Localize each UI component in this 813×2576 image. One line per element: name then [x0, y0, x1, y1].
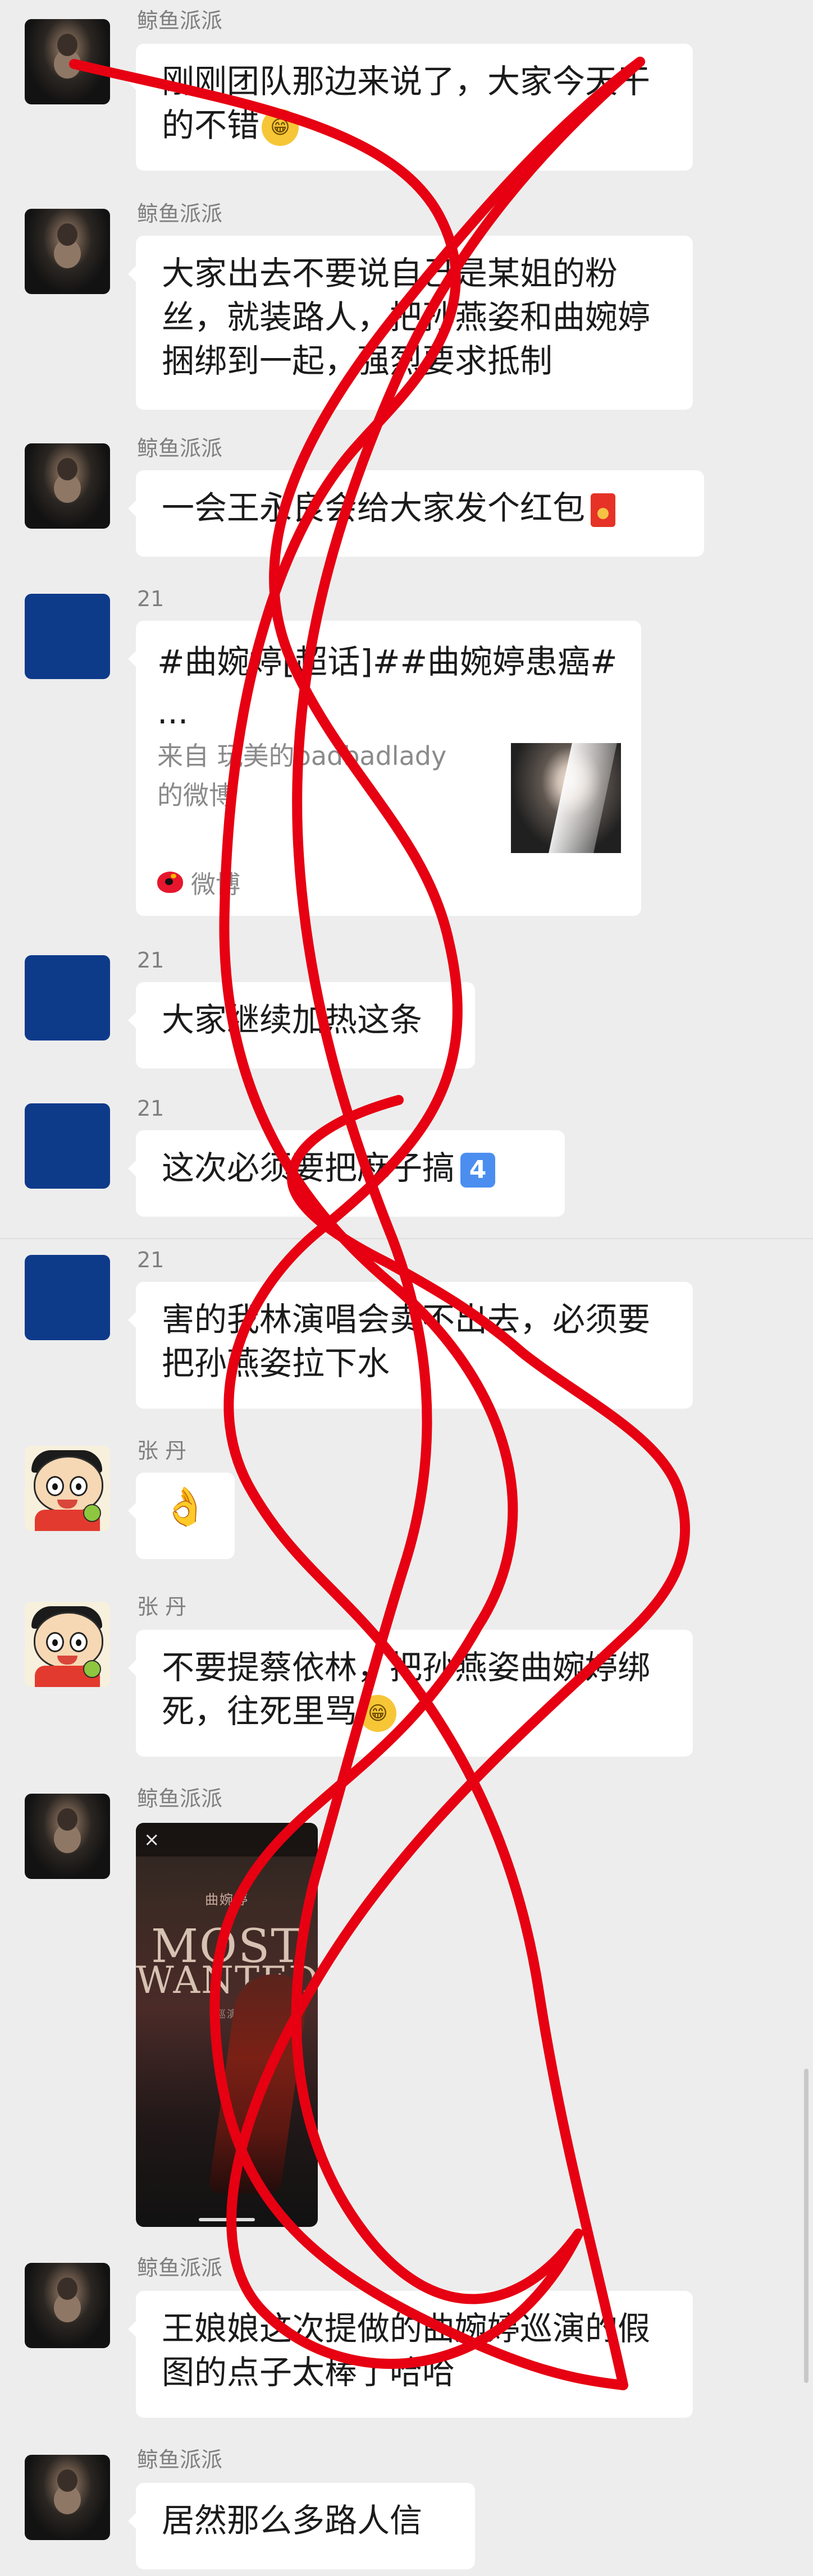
message-bubble[interactable]: 这次必须要把麻子搞 4 — [128, 1130, 565, 1217]
sender-name: 21 — [137, 1096, 165, 1121]
avatar[interactable] — [25, 1794, 110, 1879]
card-thumbnail — [511, 743, 621, 853]
message-bubble[interactable]: 大家出去不要说自己是某姐的粉丝，就装路人，把孙燕姿和曲婉婷捆绑到一起，强烈要求抵… — [128, 236, 693, 410]
avatar[interactable] — [25, 19, 110, 104]
message-text: 大家继续加热这条 — [162, 1001, 423, 1039]
avatar[interactable] — [25, 1446, 110, 1531]
grinning-face-icon: 😁 — [262, 108, 299, 146]
card-footer-label: 微博 — [191, 870, 240, 899]
message-text: 这次必须要把麻子搞 — [162, 1149, 455, 1187]
card-source: 来自 玩美的badbadlady的微博 — [157, 741, 447, 810]
sender-name: 鲸鱼派派 — [137, 2447, 223, 2472]
poster-subtitle: 曲婉婷 — [205, 1892, 249, 1908]
avatar-eye — [46, 1632, 64, 1652]
message-text: 大家出去不要说自己是某姐的粉丝，就装路人，把孙燕姿和曲婉婷捆绑到一起，强烈要求抵… — [162, 254, 651, 380]
scrollbar[interactable] — [804, 2069, 809, 2383]
sender-name: 鲸鱼派派 — [137, 201, 223, 226]
message-text: 不要提蔡依林，把孙燕姿曲婉婷绑死，往死里骂 — [162, 1648, 651, 1730]
card-title: #曲婉婷[超话]##曲婉婷患癌# ... — [157, 643, 618, 731]
avatar[interactable] — [25, 443, 110, 529]
sender-name: 张 丹 — [137, 1594, 187, 1619]
avatar[interactable] — [25, 209, 110, 294]
card-footer: 微博 — [157, 865, 240, 899]
image-top-bar — [136, 1823, 318, 1857]
sender-name: 21 — [137, 948, 165, 973]
sender-name: 鲸鱼派派 — [137, 436, 223, 461]
close-icon: × — [144, 1828, 160, 1851]
avatar[interactable] — [25, 955, 110, 1041]
avatar[interactable] — [25, 1255, 110, 1340]
message-text: 王娘娘这次提做的曲婉婷巡演的假图的点子太棒了哈哈 — [162, 2309, 651, 2391]
message-bubble[interactable]: 害的我林演唱会卖不出去，必须要把孙燕姿拉下水 — [128, 1282, 693, 1409]
avatar-hand — [83, 1660, 101, 1678]
avatar[interactable] — [25, 1602, 110, 1687]
message-divider — [0, 1238, 813, 1239]
avatar-eye — [46, 1476, 64, 1496]
message-text: 居然那么多路人信 — [162, 2501, 423, 2540]
weibo-logo-icon — [157, 872, 183, 893]
message-bubble[interactable]: 大家继续加热这条 — [128, 982, 475, 1069]
avatar-eye — [70, 1476, 88, 1496]
image-message[interactable]: × 曲婉婷 MOST WANTED 巡演 — [136, 1823, 318, 2227]
sender-name: 21 — [137, 586, 165, 611]
sender-name: 鲸鱼派派 — [137, 1786, 223, 1811]
avatar[interactable] — [25, 1103, 110, 1189]
keycap-4-icon: 4 — [460, 1152, 496, 1188]
image-home-indicator — [199, 2218, 255, 2221]
poster-figure — [208, 1974, 311, 2193]
sender-name: 张 丹 — [137, 1438, 187, 1463]
avatar[interactable] — [25, 2263, 110, 2348]
message-text: 一会王永良会给大家发个红包 — [162, 489, 586, 527]
message-bubble[interactable]: 王娘娘这次提做的曲婉婷巡演的假图的点子太棒了哈哈 — [128, 2291, 693, 2418]
weibo-share-card[interactable]: #曲婉婷[超话]##曲婉婷患癌# ... 来自 玩美的badbadlady的微博… — [128, 621, 641, 916]
ok-hand-icon: 👌 — [162, 1485, 209, 1528]
chat-screen: 鲸鱼派派 刚刚团队那边来说了，大家今天干的不错 😁 鲸鱼派派 大家出去不要说自己是… — [0, 0, 813, 2576]
sender-name: 鲸鱼派派 — [137, 8, 223, 33]
grinning-face-icon: 😁 — [359, 1694, 397, 1732]
message-bubble[interactable]: 不要提蔡依林，把孙燕姿曲婉婷绑死，往死里骂 😁 — [128, 1630, 693, 1757]
message-bubble[interactable]: 居然那么多路人信 — [128, 2483, 475, 2569]
avatar[interactable] — [25, 2455, 110, 2540]
message-bubble[interactable]: 刚刚团队那边来说了，大家今天干的不错 😁 — [128, 44, 693, 171]
message-bubble[interactable]: 👌 — [128, 1473, 235, 1559]
red-envelope-icon — [591, 493, 616, 527]
sender-name: 21 — [137, 1248, 165, 1272]
message-bubble[interactable]: 一会王永良会给大家发个红包 — [128, 470, 704, 557]
sender-name: 鲸鱼派派 — [137, 2256, 223, 2280]
message-text: 害的我林演唱会卖不出去，必须要把孙燕姿拉下水 — [162, 1300, 651, 1382]
message-text: 刚刚团队那边来说了，大家今天干的不错 — [162, 62, 651, 144]
avatar[interactable] — [25, 594, 110, 679]
avatar-eye — [70, 1632, 88, 1652]
avatar-hand — [83, 1504, 101, 1522]
